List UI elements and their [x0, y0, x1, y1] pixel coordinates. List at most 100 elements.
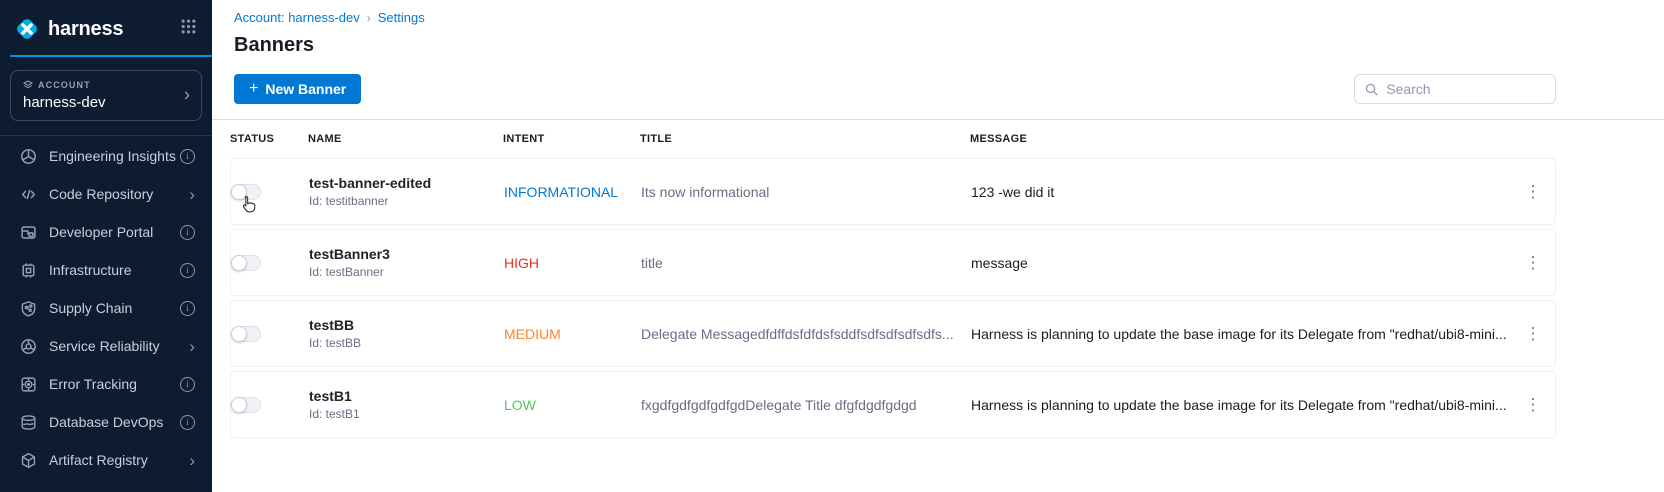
new-banner-label: New Banner [265, 81, 346, 97]
sidebar: harness ACCOUNT harness-dev › [0, 0, 212, 492]
banner-title: Its now informational [641, 184, 971, 200]
banner-id: Id: testBanner [309, 265, 504, 279]
search-box[interactable] [1354, 74, 1556, 104]
kebab-menu-icon[interactable]: ⋮ [1519, 321, 1548, 346]
kebab-menu-icon[interactable]: ⋮ [1519, 250, 1548, 275]
account-name: harness-dev [23, 94, 173, 111]
harness-logo-icon [14, 16, 40, 42]
search-input[interactable] [1386, 81, 1545, 97]
info-icon[interactable]: i [180, 415, 195, 430]
sidebar-item-engineering-insights[interactable]: Engineering Insights i [0, 137, 212, 175]
sidebar-item-database-devops[interactable]: Database DevOps i [0, 403, 212, 441]
supply-chain-icon [20, 300, 37, 317]
banner-name: testBanner3 [309, 246, 504, 264]
page-title: Banners [234, 34, 1640, 57]
status-toggle[interactable] [231, 255, 261, 271]
chevron-right-icon: › [184, 84, 190, 105]
table-header-row: STATUS NAME INTENT TITLE MESSAGE [230, 120, 1556, 158]
banner-name: test-banner-edited [309, 175, 504, 193]
sidebar-item-infrastructure[interactable]: Infrastructure i [0, 251, 212, 289]
sidebar-item-service-reliability[interactable]: Service Reliability › [0, 327, 212, 365]
sidebar-item-label: Service Reliability [49, 338, 159, 354]
sidebar-item-label: Engineering Insights [49, 148, 176, 164]
app-grid-icon[interactable] [181, 19, 196, 39]
account-selector[interactable]: ACCOUNT harness-dev › [10, 70, 202, 121]
table-row[interactable]: testBanner3 Id: testBanner HIGH title me… [230, 229, 1556, 296]
info-icon[interactable]: i [180, 301, 195, 316]
column-header-title: TITLE [640, 133, 970, 145]
sidebar-item-label: Artifact Registry [49, 452, 148, 468]
sidebar-item-label: Supply Chain [49, 300, 132, 316]
table-row[interactable]: testBB Id: testBB MEDIUM Delegate Messag… [230, 300, 1556, 367]
banner-name: testB1 [309, 388, 504, 406]
banner-title: fxgdfgdfgdfgdfgdDelegate Title dfgfdgdfg… [641, 397, 971, 413]
sidebar-item-label: Code Repository [49, 186, 153, 202]
status-toggle[interactable] [231, 184, 261, 200]
intent-badge: INFORMATIONAL [504, 184, 641, 200]
chevron-right-icon: › [189, 338, 195, 355]
kebab-menu-icon[interactable]: ⋮ [1519, 179, 1548, 204]
account-layers-icon [23, 80, 33, 90]
accent-underline [10, 55, 212, 57]
logo-row: harness [0, 0, 212, 42]
chevron-right-icon: › [189, 452, 195, 469]
info-icon[interactable]: i [180, 149, 195, 164]
artifact-registry-icon [20, 452, 37, 469]
info-icon[interactable]: i [180, 263, 195, 278]
banner-message: message [971, 255, 1511, 271]
table-row[interactable]: test-banner-edited Id: testitbanner INFO… [230, 158, 1556, 225]
status-toggle[interactable] [231, 326, 261, 342]
page-header: Account: harness-dev › Settings Banners [212, 0, 1664, 57]
plus-icon: + [249, 81, 258, 97]
status-toggle[interactable] [231, 397, 261, 413]
banner-message: 123 -we did it [971, 184, 1511, 200]
banner-title: title [641, 255, 971, 271]
banner-message: Harness is planning to update the base i… [971, 397, 1511, 413]
developer-portal-icon [20, 224, 37, 241]
toolbar: + New Banner [212, 57, 1664, 120]
sidebar-item-artifact-registry[interactable]: Artifact Registry › [0, 441, 212, 479]
sidebar-item-label: Error Tracking [49, 376, 137, 392]
sidebar-item-supply-chain[interactable]: Supply Chain i [0, 289, 212, 327]
breadcrumb-settings-link[interactable]: Settings [378, 10, 425, 25]
sidebar-item-developer-portal[interactable]: Developer Portal i [0, 213, 212, 251]
error-tracking-icon [20, 376, 37, 393]
breadcrumb: Account: harness-dev › Settings [234, 10, 1640, 25]
breadcrumb-separator: › [367, 11, 371, 25]
banner-id: Id: testitbanner [309, 194, 504, 208]
search-icon [1365, 82, 1378, 97]
sidebar-item-code-repository[interactable]: Code Repository › [0, 175, 212, 213]
banner-message: Harness is planning to update the base i… [971, 326, 1511, 342]
info-icon[interactable]: i [180, 225, 195, 240]
intent-badge: HIGH [504, 255, 641, 271]
banner-id: Id: testBB [309, 336, 504, 350]
infrastructure-icon [20, 262, 37, 279]
sidebar-item-error-tracking[interactable]: Error Tracking i [0, 365, 212, 403]
column-header-name: NAME [308, 133, 503, 145]
column-header-status: STATUS [230, 133, 308, 145]
banner-id: Id: testB1 [309, 407, 504, 421]
column-header-message: MESSAGE [970, 133, 1512, 145]
sidebar-nav: Engineering Insights i Code Repository ›… [0, 136, 212, 479]
banner-name: testBB [309, 317, 504, 335]
code-repository-icon [20, 186, 37, 203]
kebab-menu-icon[interactable]: ⋮ [1519, 392, 1548, 417]
banner-title: Delegate Messagedfdffdsfdfdsfsddfsdfsdfs… [641, 326, 971, 342]
intent-badge: LOW [504, 397, 641, 413]
intent-badge: MEDIUM [504, 326, 641, 342]
engineering-insights-icon [20, 148, 37, 165]
logo-text: harness [48, 18, 123, 41]
main-content: Account: harness-dev › Settings Banners … [212, 0, 1664, 438]
info-icon[interactable]: i [180, 377, 195, 392]
sidebar-item-label: Database DevOps [49, 414, 163, 430]
chevron-right-icon: › [189, 186, 195, 203]
account-label: ACCOUNT [38, 80, 91, 90]
column-header-intent: INTENT [503, 133, 640, 145]
service-reliability-icon [20, 338, 37, 355]
banners-table: STATUS NAME INTENT TITLE MESSAGE test-ba… [212, 120, 1664, 438]
sidebar-item-label: Infrastructure [49, 262, 131, 278]
sidebar-item-label: Developer Portal [49, 224, 153, 240]
table-row[interactable]: testB1 Id: testB1 LOW fxgdfgdfgdfgdfgdDe… [230, 371, 1556, 438]
breadcrumb-account-link[interactable]: Account: harness-dev [234, 10, 360, 25]
new-banner-button[interactable]: + New Banner [234, 74, 361, 104]
